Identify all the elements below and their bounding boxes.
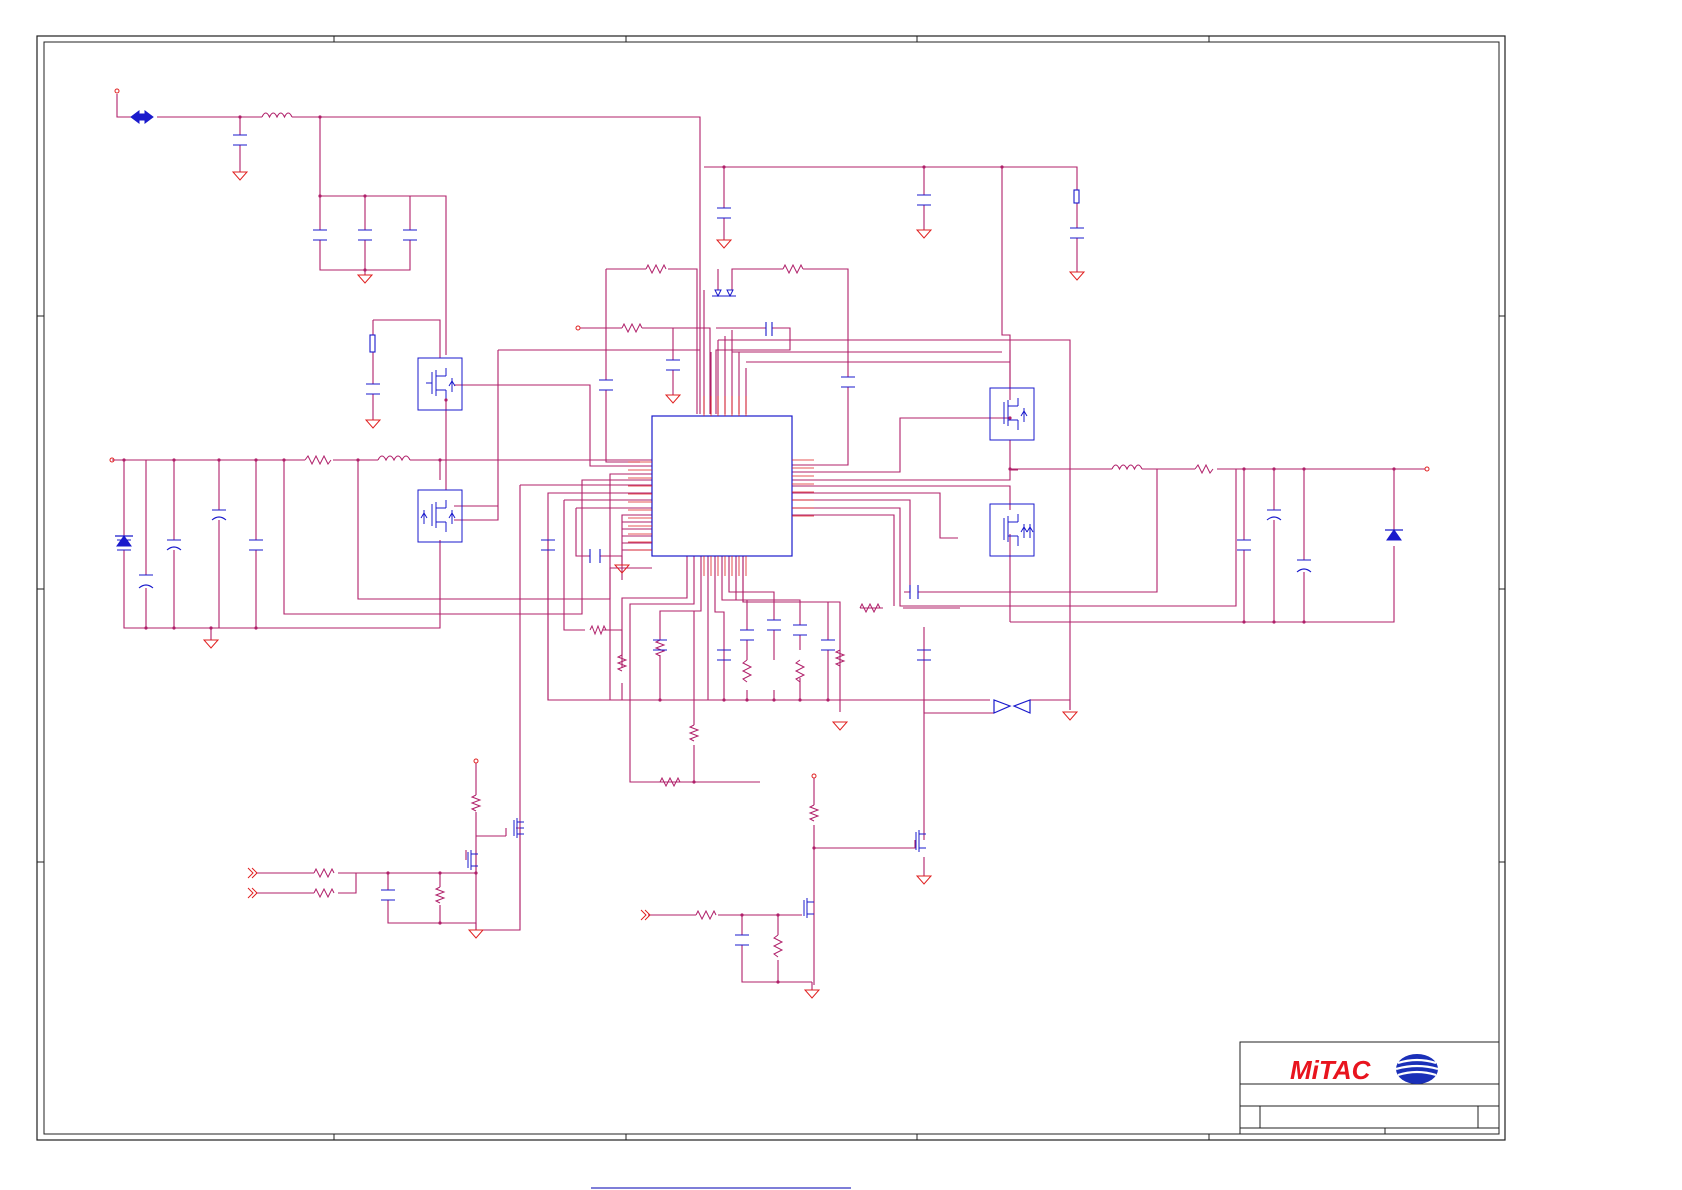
ground-icon: [915, 229, 933, 239]
power-port-icon: [811, 773, 817, 779]
mosfet-low-side-right: [989, 503, 1035, 557]
dual-diode-icon: [712, 289, 736, 298]
zener-diode-right-icon: [1386, 529, 1402, 541]
ground-icon: [715, 239, 733, 249]
ground-icon: [831, 721, 849, 731]
ground-icon: [231, 171, 249, 181]
ground-icon: [1068, 271, 1086, 281]
resistor-symbols: [304, 263, 1214, 958]
logo-wordmark: MiTAC: [1290, 1055, 1372, 1085]
power-port-icon: [575, 325, 581, 331]
ground-icon: [915, 875, 933, 885]
ground-icon: [803, 989, 821, 999]
ground-icon: [364, 419, 382, 429]
power-port-icon: [1424, 466, 1430, 472]
power-port-icon: [114, 88, 120, 94]
mosfet-small-signals: [467, 818, 926, 918]
mosfet-low-side-left: [417, 489, 463, 543]
ground-icon: [202, 639, 220, 649]
ground-icon: [664, 394, 682, 404]
bridge-diode-icon: [993, 699, 1031, 714]
sheet-frame: [36, 35, 1506, 1141]
schematic-sheet: MiTAC: [36, 35, 1506, 1189]
ground-icon: [1061, 711, 1079, 721]
mosfet-high-side-right: [989, 387, 1035, 441]
zener-diode-left-icon: [116, 535, 132, 547]
ground-symbols: [202, 171, 1086, 999]
pwm-controller-ic: [628, 396, 814, 576]
power-port-icon: [473, 758, 479, 764]
ground-icon: [356, 274, 374, 284]
offpage-connector-icon: [247, 867, 258, 879]
mitac-globe-emblem-icon: [1395, 1054, 1439, 1084]
mitac-logo: MiTAC: [1290, 1054, 1439, 1085]
ground-icon: [467, 929, 485, 939]
mosfet-high-side-left: [417, 357, 463, 411]
offpage-connector-icon: [247, 887, 258, 899]
bidirectional-arrow-icon: [130, 110, 154, 124]
